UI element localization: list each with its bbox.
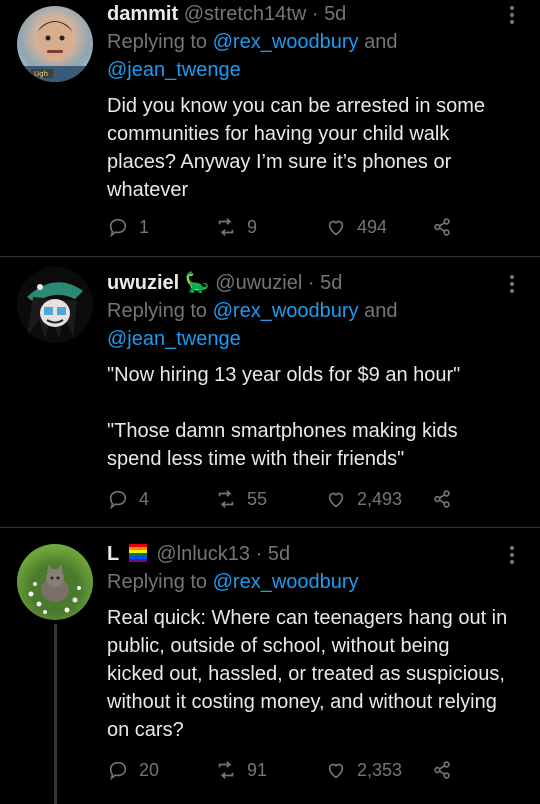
mention-link[interactable]: @rex_woodbury xyxy=(213,31,359,53)
like-count: 2,353 xyxy=(357,759,403,780)
timestamp[interactable]: 5d xyxy=(324,3,346,25)
like-button[interactable]: 2,493 xyxy=(325,484,402,514)
reply-icon xyxy=(109,761,127,781)
timestamp[interactable]: 5d xyxy=(268,543,290,565)
share-button[interactable] xyxy=(431,755,453,785)
separator: · xyxy=(255,543,263,565)
tweet-3[interactable]: L @lnluck13 · 5d Replying to @rex_woodbu… xyxy=(0,528,540,804)
replying-to: Replying to @rex_woodbury and @jean_twen… xyxy=(107,28,510,84)
display-name[interactable]: dammit xyxy=(107,3,178,25)
retweet-icon xyxy=(218,761,234,779)
heart-icon xyxy=(328,492,344,508)
reply-icon xyxy=(109,218,127,238)
tweet-header: L @lnluck13 · 5d xyxy=(107,540,510,568)
avatar[interactable]: Ugh xyxy=(17,6,93,82)
replying-to-label: Replying to xyxy=(107,300,213,322)
tweet-header: dammit @stretch14tw · 5d xyxy=(107,0,510,28)
handle[interactable]: @lnluck13 xyxy=(156,543,250,565)
handle[interactable]: @stretch14tw xyxy=(184,3,307,25)
name-emoji: 🦕 xyxy=(184,272,210,294)
retweet-count: 9 xyxy=(247,216,258,237)
like-button[interactable]: 494 xyxy=(325,212,387,242)
avatar-badge: Ugh xyxy=(34,70,49,78)
like-count: 2,493 xyxy=(357,488,403,509)
retweet-button[interactable]: 9 xyxy=(215,212,257,242)
action-bar: 4 55 2,493 xyxy=(107,484,470,514)
share-button[interactable] xyxy=(431,212,453,242)
retweet-count: 91 xyxy=(247,759,268,780)
action-bar: 20 91 2,353 xyxy=(107,755,470,785)
mention-link[interactable]: @jean_twenge xyxy=(107,328,241,350)
avatar-image xyxy=(28,564,81,614)
reply-button[interactable]: 1 xyxy=(107,212,149,242)
retweet-count: 55 xyxy=(247,488,268,509)
action-bar: 1 9 494 xyxy=(107,212,470,242)
replying-to-and: and xyxy=(358,31,398,53)
timestamp[interactable]: 5d xyxy=(320,272,342,294)
reply-count: 1 xyxy=(139,216,150,237)
share-icon xyxy=(434,761,450,779)
share-icon xyxy=(434,218,450,236)
retweet-button[interactable]: 91 xyxy=(215,755,267,785)
separator: · xyxy=(311,3,319,25)
more-icon[interactable] xyxy=(510,6,516,24)
tweet-text: Real quick: Where can teenagers hang out… xyxy=(107,607,513,741)
tweet-header: uwuziel 🦕 @uwuziel · 5d xyxy=(107,269,510,297)
more-icon[interactable] xyxy=(510,275,516,293)
replying-to: Replying to @rex_woodbury xyxy=(107,568,510,596)
replying-to-and: and xyxy=(358,300,398,322)
handle[interactable]: @uwuziel xyxy=(215,272,302,294)
avatar[interactable] xyxy=(17,267,93,343)
mention-link[interactable]: @jean_twenge xyxy=(107,59,241,81)
like-button[interactable]: 2,353 xyxy=(325,755,402,785)
avatar[interactable] xyxy=(17,544,93,620)
display-name[interactable]: L xyxy=(107,543,119,565)
retweet-button[interactable]: 55 xyxy=(215,484,267,514)
retweet-icon xyxy=(218,490,234,508)
avatar-image xyxy=(17,18,93,82)
tweet-text: Did you know you can be arrested in some… xyxy=(107,95,491,201)
display-name[interactable]: uwuziel xyxy=(107,272,179,294)
replying-to-label: Replying to xyxy=(107,571,213,593)
avatar-image xyxy=(17,267,93,343)
reply-button[interactable]: 4 xyxy=(107,484,149,514)
reply-button[interactable]: 20 xyxy=(107,755,159,785)
thread-line xyxy=(54,624,57,804)
tweet-2[interactable]: uwuziel 🦕 @uwuziel · 5d Replying to @rex… xyxy=(0,257,540,527)
reply-count: 4 xyxy=(139,488,150,509)
reply-count: 20 xyxy=(139,759,160,780)
replying-to-label: Replying to xyxy=(107,31,213,53)
more-icon[interactable] xyxy=(510,546,516,564)
tweet-text: "Now hiring 13 year olds for $9 an hour"… xyxy=(107,364,461,470)
tweet-1[interactable]: Ugh dammit @stretch14tw · 5d Replying to… xyxy=(0,0,540,256)
heart-icon xyxy=(328,220,344,236)
mention-link[interactable]: @rex_woodbury xyxy=(213,571,359,593)
mention-link[interactable]: @rex_woodbury xyxy=(213,300,359,322)
share-button[interactable] xyxy=(431,484,453,514)
like-count: 494 xyxy=(357,216,388,237)
separator: · xyxy=(307,272,315,294)
heart-icon xyxy=(328,763,344,779)
retweet-icon xyxy=(218,218,234,236)
reply-icon xyxy=(109,490,127,510)
share-icon xyxy=(434,490,450,508)
pride-flag-icon xyxy=(128,544,147,562)
replying-to: Replying to @rex_woodbury and @jean_twen… xyxy=(107,297,510,353)
